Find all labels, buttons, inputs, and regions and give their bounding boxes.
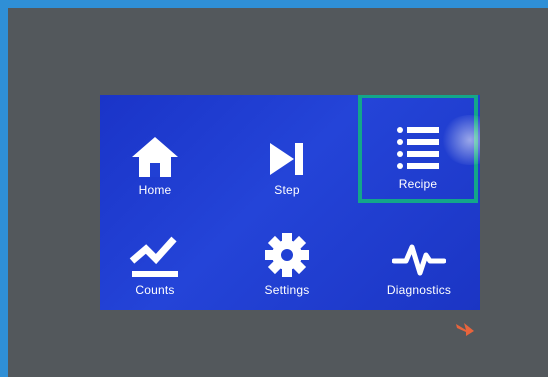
step-label: Step xyxy=(274,183,300,197)
trend-line-icon xyxy=(129,236,178,277)
recipe-button[interactable]: Recipe xyxy=(358,95,478,203)
home-button[interactable]: Home xyxy=(100,105,210,205)
gear-icon xyxy=(265,233,309,277)
step-button[interactable]: Step xyxy=(232,105,342,205)
home-label: Home xyxy=(138,183,172,197)
list-icon xyxy=(397,127,439,169)
diagnostics-label: Diagnostics xyxy=(386,283,452,297)
recipe-label: Recipe xyxy=(398,177,438,191)
house-icon xyxy=(132,137,178,177)
counts-label: Counts xyxy=(135,283,175,297)
touchscreen-panel: Home Step Recipe Counts Settings Diagnos… xyxy=(100,95,480,310)
settings-label: Settings xyxy=(264,283,310,297)
skip-forward-icon xyxy=(270,143,303,175)
counts-button[interactable]: Counts xyxy=(100,205,210,305)
diagnostics-button[interactable]: Diagnostics xyxy=(364,205,474,305)
heartbeat-icon xyxy=(392,244,446,276)
settings-button[interactable]: Settings xyxy=(232,205,342,305)
device-bezel: Home Step Recipe Counts Settings Diagnos… xyxy=(0,0,548,377)
hand-pointer-icon xyxy=(456,323,474,336)
